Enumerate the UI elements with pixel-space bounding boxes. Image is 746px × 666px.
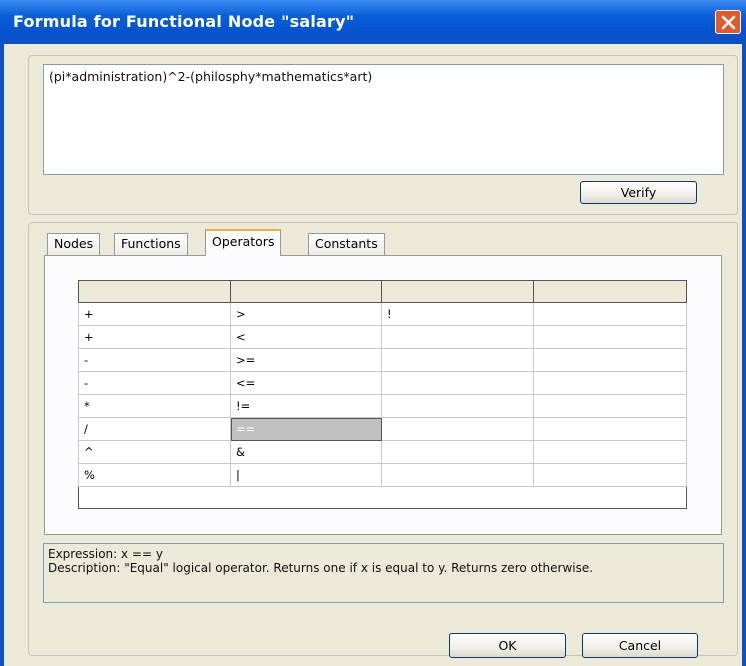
table-cell[interactable]: >: [230, 302, 382, 326]
table-row: ^ &: [78, 440, 687, 464]
table-row: - <=: [78, 371, 687, 395]
table-cell[interactable]: [533, 394, 687, 418]
table-cell[interactable]: [381, 394, 534, 418]
table-cell[interactable]: [533, 463, 687, 487]
column-header[interactable]: [533, 280, 687, 303]
table-cell[interactable]: -: [78, 371, 231, 395]
table-row: + > !: [78, 302, 687, 326]
selected-table-cell[interactable]: ==: [230, 417, 382, 441]
table-cell[interactable]: [381, 440, 534, 464]
table-row: / ==: [78, 417, 687, 441]
table-cell[interactable]: %: [78, 463, 231, 487]
table-row: - >=: [78, 348, 687, 372]
table-row: * !=: [78, 394, 687, 418]
table-cell[interactable]: [533, 417, 687, 441]
description-panel: Expression: x == y Description: "Equal" …: [43, 543, 724, 603]
column-header[interactable]: [230, 280, 382, 303]
table-cell[interactable]: !: [381, 302, 534, 326]
table-cell[interactable]: [533, 371, 687, 395]
table-cell[interactable]: *: [78, 394, 231, 418]
table-cell[interactable]: +: [78, 325, 231, 349]
table-empty-area: [79, 487, 687, 509]
table-cell[interactable]: [381, 417, 534, 441]
table-cell[interactable]: [533, 348, 687, 372]
table-cell[interactable]: !=: [230, 394, 382, 418]
window-border-left: [0, 44, 4, 666]
expression-text: Expression: x == y: [48, 547, 163, 561]
table-cell[interactable]: [533, 302, 687, 326]
table-cell[interactable]: [381, 348, 534, 372]
table-cell[interactable]: [381, 371, 534, 395]
table-cell[interactable]: ^: [78, 440, 231, 464]
ok-button[interactable]: OK: [449, 633, 566, 658]
column-header[interactable]: [381, 280, 534, 303]
description-text: Description: "Equal" logical operator. R…: [48, 561, 594, 575]
table-cell[interactable]: |: [230, 463, 382, 487]
table-cell[interactable]: <: [230, 325, 382, 349]
formula-dialog: Formula for Functional Node "salary" (pi…: [0, 0, 746, 666]
tab-operators[interactable]: Operators: [205, 229, 282, 256]
title-bar[interactable]: Formula for Functional Node "salary": [0, 0, 746, 44]
window-border-right: [742, 44, 746, 666]
verify-button[interactable]: Verify: [580, 181, 697, 204]
table-empty-space: [79, 487, 687, 509]
formula-text-area[interactable]: (pi*administration)^2-(philosphy*mathema…: [43, 64, 724, 175]
table-header-row: [78, 280, 687, 303]
window-title: Formula for Functional Node "salary": [13, 12, 355, 31]
table-cell[interactable]: [381, 463, 534, 487]
tab-constants[interactable]: Constants: [308, 233, 385, 255]
table-row: % |: [78, 463, 687, 487]
column-header[interactable]: [78, 280, 231, 303]
table-row: + <: [78, 325, 687, 349]
table-cell[interactable]: /: [78, 417, 231, 441]
table-cell[interactable]: >=: [230, 348, 382, 372]
tab-functions[interactable]: Functions: [114, 233, 188, 255]
operators-table: + > ! + < - >= - <= * != / == ^ & % |: [78, 280, 687, 509]
table-cell[interactable]: <=: [230, 371, 382, 395]
table-cell[interactable]: +: [78, 302, 231, 326]
tab-nodes[interactable]: Nodes: [47, 233, 101, 255]
table-cell[interactable]: [533, 440, 687, 464]
table-cell[interactable]: [381, 325, 534, 349]
table-cell[interactable]: [533, 325, 687, 349]
table-cell[interactable]: &: [230, 440, 382, 464]
table-cell[interactable]: -: [78, 348, 231, 372]
cancel-button[interactable]: Cancel: [582, 633, 698, 658]
close-button[interactable]: [715, 10, 741, 34]
close-icon: [721, 15, 736, 30]
